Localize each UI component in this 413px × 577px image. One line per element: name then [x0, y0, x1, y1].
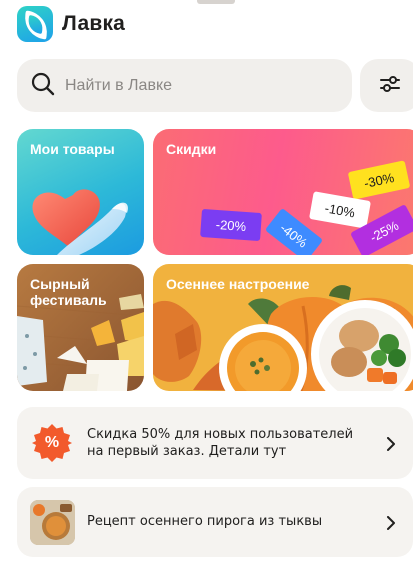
tile-cheese-title-line1: Сырный: [30, 276, 90, 292]
recipe-banner-text: Рецепт осеннего пирога из тыквы: [87, 514, 323, 529]
search-bar[interactable]: [17, 59, 352, 112]
app-logo-icon: [17, 6, 53, 42]
tile-cheese-festival[interactable]: Сырный фестиваль: [17, 264, 144, 391]
app-title: Лавка: [62, 12, 126, 35]
discount-tag: -30%: [347, 160, 411, 200]
promo-banner-text: Скидка 50% для новых пользователей на пе…: [87, 426, 353, 460]
discount-badge-icon: %: [32, 423, 72, 463]
pie-thumbnail-image: [30, 500, 75, 545]
search-input[interactable]: [65, 76, 325, 95]
app-header: Лавка: [17, 6, 125, 42]
promo-banner-new-users[interactable]: % Скидка 50% для новых пользователей на …: [17, 407, 413, 479]
filter-sliders-icon: [378, 72, 402, 100]
chevron-right-icon: [386, 436, 396, 455]
status-notch: [197, 0, 235, 4]
tile-discounts[interactable]: Скидки -30% -10% -20% -40% -25%: [153, 129, 413, 255]
tile-autumn-title: Осеннее настроение: [166, 276, 310, 292]
promo-banner-line2: на первый заказ. Детали тут: [87, 444, 287, 459]
filter-button[interactable]: [360, 59, 413, 112]
tile-cheese-title-line2: фестиваль: [30, 292, 107, 308]
discount-tag: -20%: [200, 208, 262, 242]
chevron-right-icon: [386, 515, 396, 534]
tile-my-items[interactable]: Мои товары: [17, 129, 144, 255]
promo-banner-line1: Скидка 50% для новых пользователей: [87, 427, 354, 442]
heart-sticker-icon: [32, 189, 128, 255]
tile-discounts-title: Скидки: [166, 141, 217, 157]
tile-cheese-title: Сырный фестиваль: [30, 276, 107, 308]
tile-autumn-mood[interactable]: Осеннее настроение: [153, 264, 413, 391]
search-icon: [31, 72, 55, 100]
discount-badge-text: %: [44, 434, 60, 451]
recipe-banner-pumpkin-pie[interactable]: Рецепт осеннего пирога из тыквы: [17, 487, 413, 557]
